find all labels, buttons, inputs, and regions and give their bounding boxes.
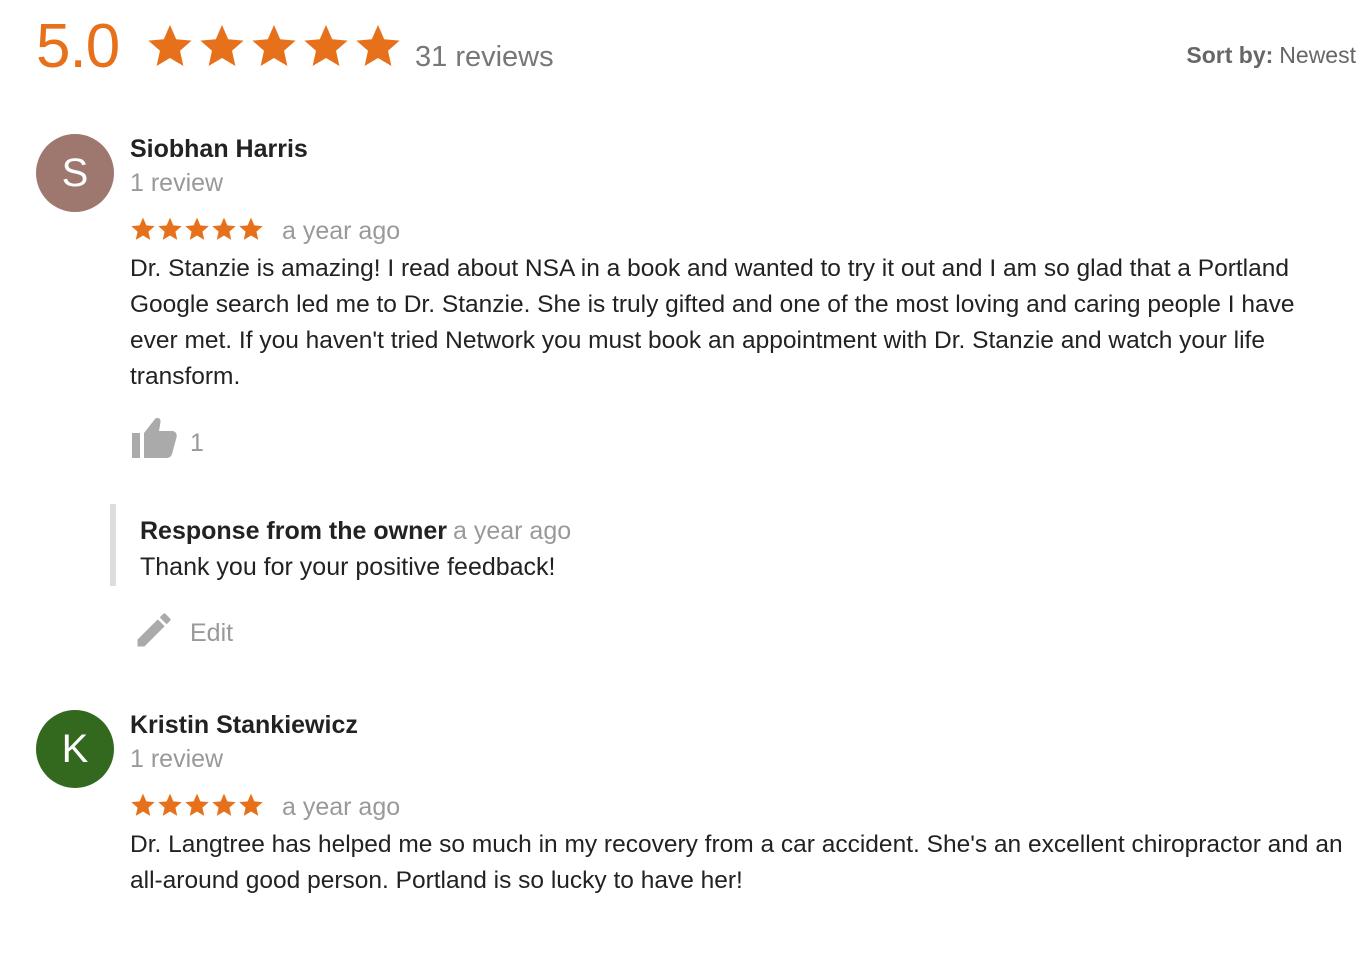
avatar[interactable]: S: [36, 134, 114, 212]
reviews-count: 31 reviews: [415, 41, 554, 73]
avatar[interactable]: K: [36, 710, 114, 788]
review-date: a year ago: [282, 793, 401, 821]
like-count: 1: [190, 429, 204, 457]
star-icon: [212, 217, 236, 240]
star-icon: [356, 25, 400, 66]
avatar-letter: K: [61, 727, 89, 771]
reviewer-review-count[interactable]: 1 review: [130, 744, 223, 774]
edit-button[interactable]: Edit: [190, 618, 233, 648]
star-icon: [212, 793, 236, 816]
star-icon: [185, 793, 209, 816]
owner-response-label: Response from the owner: [140, 517, 447, 545]
star-icon: [239, 793, 263, 816]
star-icon: [185, 217, 209, 240]
reviewer-name[interactable]: Kristin Stankiewicz: [130, 710, 358, 740]
reviewer-name[interactable]: Siobhan Harris: [130, 134, 308, 164]
overall-stars: [146, 22, 402, 70]
review-text: Dr. Stanzie is amazing! I read about NSA…: [130, 255, 1295, 390]
star-icon: [158, 793, 182, 816]
like-button[interactable]: [130, 416, 178, 460]
owner-response-text: Thank you for your positive feedback!: [140, 553, 556, 581]
sort-value[interactable]: Newest: [1279, 42, 1356, 68]
overall-rating: 5.0: [36, 12, 120, 81]
star-icon: [252, 25, 296, 66]
star-icon: [304, 25, 348, 66]
star-icon: [200, 25, 244, 66]
star-icon: [148, 25, 192, 66]
pencil-icon[interactable]: [132, 608, 176, 652]
review-text: Dr. Langtree has helped me so much in my…: [130, 831, 1343, 894]
owner-response-divider: [110, 504, 116, 586]
review-date: a year ago: [282, 217, 401, 245]
owner-response-date: a year ago: [453, 517, 572, 545]
thumbs-up-icon: [132, 418, 177, 458]
star-icon: [239, 217, 263, 240]
avatar-letter: S: [61, 151, 89, 195]
review-stars: [130, 216, 264, 242]
sort-label: Sort by:: [1186, 42, 1274, 68]
review-stars: [130, 792, 264, 818]
owner-response-header: Response from the owner a year ago: [140, 516, 571, 546]
reviewer-review-count[interactable]: 1 review: [130, 168, 223, 198]
star-icon: [131, 793, 155, 816]
star-icon: [158, 217, 182, 240]
sort-dropdown[interactable]: Sort by: Newest: [1186, 40, 1356, 70]
star-icon: [131, 217, 155, 240]
